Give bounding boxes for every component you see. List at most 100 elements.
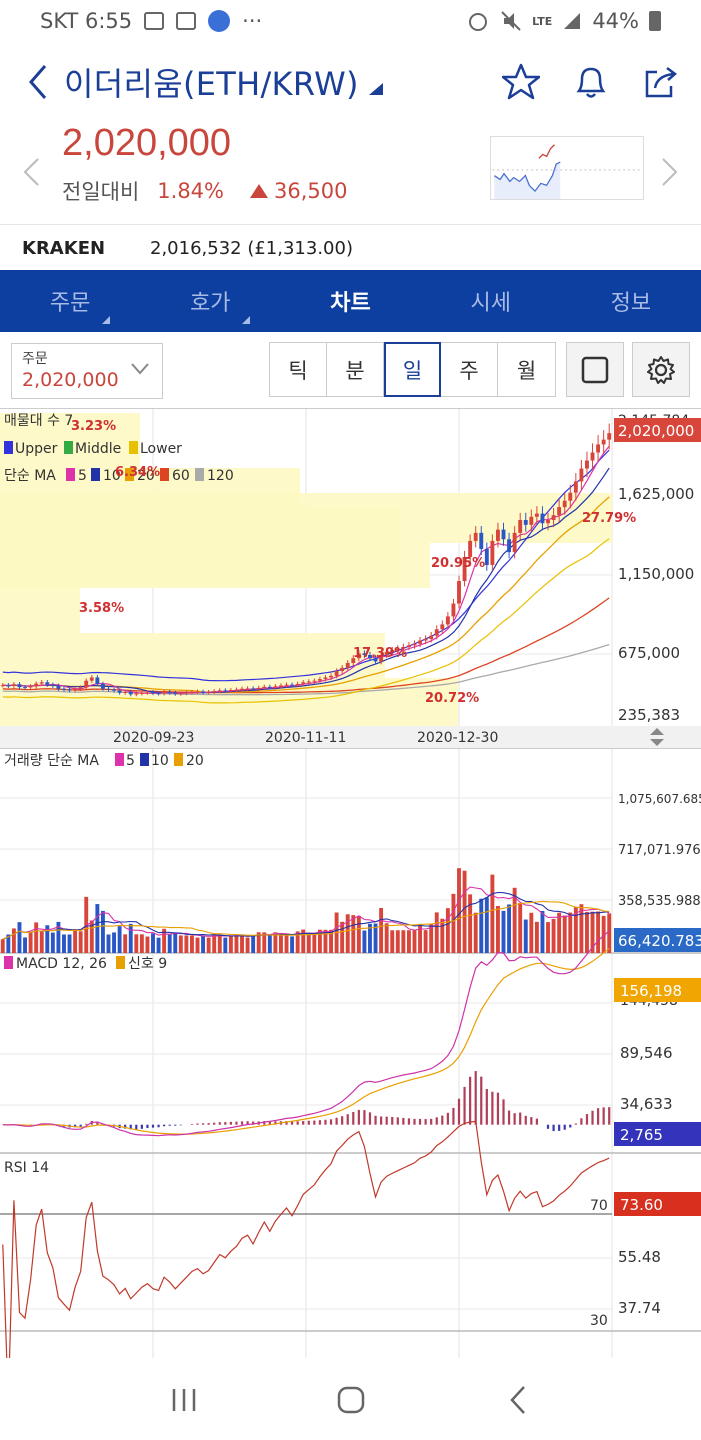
volume-bar [201,935,206,953]
macd-label: MACD 12, 26 [16,956,107,972]
volume-bar [507,904,512,953]
battery-text: 44% [592,9,639,33]
favorite-button[interactable] [499,60,543,104]
volume-bar [173,932,178,953]
volume-profile-label: 매물대 수 7 [4,413,73,429]
volume-bar [312,934,317,953]
volume-bar [457,868,461,953]
volume-bar [523,919,528,953]
candle-body [596,444,601,453]
candle-body [473,532,478,541]
coin-title[interactable]: 이더리움(ETH/KRW) [64,59,359,105]
volume-bar [223,937,228,953]
macd-histogram-bar [530,1117,533,1125]
rsi-tick: 55.48 [618,1248,661,1266]
vp-pct-label: 17.39% [353,646,407,661]
vp-pct-label: 27.79% [582,511,636,526]
prev-coin-button[interactable] [18,154,44,190]
middle-swatch [64,441,73,454]
candle-body [279,685,283,687]
candle-body [39,682,44,684]
volume-bar [529,912,534,953]
macd-histogram-bar [296,1121,299,1125]
price-tick: 1,625,000 [618,485,694,503]
vp-pct-label: 20.95% [431,556,485,571]
candle-body [162,691,167,694]
period-minute[interactable]: 분 [327,343,384,396]
volume-bar [356,915,361,953]
exchange-price: 2,016,532 (£1,313.00) [150,237,353,259]
period-tick[interactable]: 틱 [270,343,327,396]
volume-bar [585,911,589,953]
recents-button[interactable] [154,1375,214,1425]
home-button[interactable] [321,1375,381,1425]
next-coin-button[interactable] [657,154,683,190]
macd-histogram-bar [363,1110,366,1125]
candle-body [418,640,423,644]
period-day[interactable]: 일 [384,342,441,397]
macd-histogram-bar [446,1112,449,1125]
system-nav-bar [0,1360,701,1440]
vol-ma10-label: 10 [151,753,169,769]
price-tick: 675,000 [618,644,680,662]
volume-bar [95,904,100,953]
volume-bar [290,936,295,953]
change-amount: 36,500 [274,179,348,203]
candle-body [601,439,606,445]
volume-bar [418,923,423,953]
fullscreen-button[interactable] [566,342,624,397]
macd-histogram-bar [552,1124,555,1132]
title-caret-icon[interactable] [368,83,383,95]
candle-body [329,675,333,678]
volume-bar [434,912,439,953]
order-dropdown[interactable]: 주문 2,020,000 [11,343,163,399]
volume-bar [568,912,573,953]
candle-body [585,460,589,469]
candle-body [128,691,133,695]
candle-body [112,689,117,691]
macd-histogram-bar [85,1123,88,1125]
macd-histogram-bar [441,1115,444,1125]
tab-market[interactable]: 시세 [421,270,561,332]
macd-histogram-bar [602,1107,605,1125]
back-button[interactable] [18,62,58,102]
middle-label: Middle [75,441,121,457]
volume-bar [490,874,495,953]
candle-body [607,433,612,440]
battery-icon [649,11,661,31]
macd-histogram-bar [135,1124,138,1130]
app-notification-icon [208,10,231,32]
candle-body [540,513,545,524]
candle-body [501,529,506,540]
candle-body [495,529,500,541]
period-month[interactable]: 월 [498,343,555,396]
candle-body [534,513,539,517]
star-icon [502,63,540,100]
macd-histogram-bar [435,1117,438,1125]
current-price: 2,020,000 [62,122,232,164]
volume-bar [468,894,473,953]
order-value: 2,020,000 [22,369,119,391]
macd-hist-current: 2,765 [620,1126,663,1144]
volume-bar [195,937,200,953]
chart-svg[interactable]: 매물대 수 7 Upper Middle Lower 단순 MA 5 10 20… [0,407,701,1404]
tab-chart[interactable]: 차트 [280,270,420,332]
chart-area[interactable]: 매물대 수 7 Upper Middle Lower 단순 MA 5 10 20… [0,407,701,1404]
tab-orderbook[interactable]: 호가 [140,270,280,332]
volume-bar [479,898,484,953]
candle-body [173,692,178,694]
back-nav-button[interactable] [488,1375,548,1425]
share-button[interactable] [639,60,683,104]
mini-chart[interactable] [490,136,644,200]
candle-body [568,492,573,501]
settings-button[interactable] [632,342,690,397]
x-tick: 2020-11-11 [265,730,346,746]
tab-info[interactable]: 정보 [561,270,701,332]
period-week[interactable]: 주 [441,343,498,396]
macd-histogram-bar [374,1115,377,1125]
tab-order[interactable]: 주문 [0,270,140,332]
calendar-icon [176,12,197,30]
change-percent: 1.84% [157,179,224,203]
candle-body [62,688,66,690]
alarm-button[interactable] [569,60,613,104]
